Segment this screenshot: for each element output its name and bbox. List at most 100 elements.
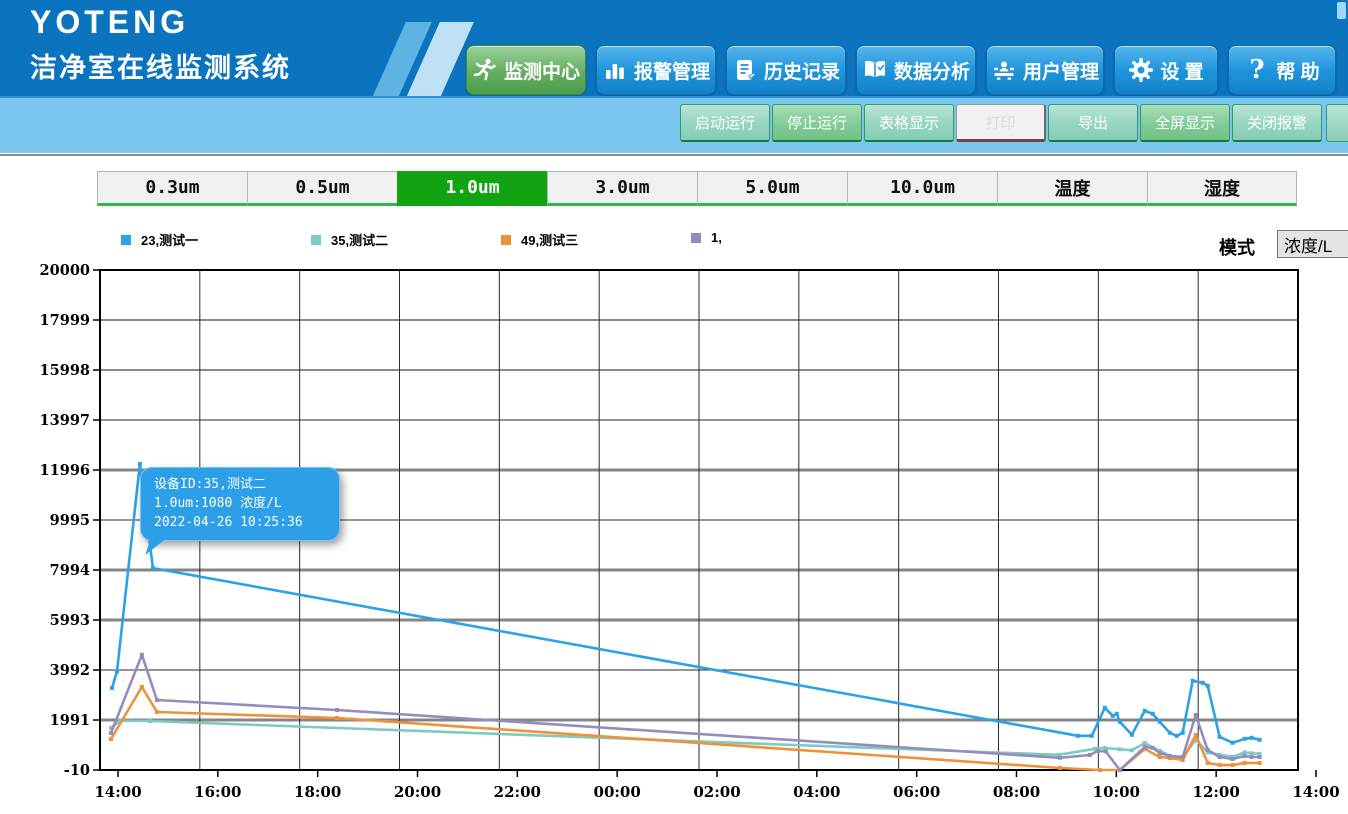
series-point[interactable] [1206, 761, 1210, 765]
window-corner-widget[interactable] [1337, 2, 1346, 19]
legend-item[interactable]: 35,测试二 [311, 230, 388, 249]
tab-1.0um[interactable]: 1.0um [397, 171, 547, 206]
series-point[interactable] [1250, 751, 1254, 755]
series-point[interactable] [1206, 748, 1210, 752]
series-point[interactable] [1231, 757, 1235, 761]
nav-button-label: 用户管理 [1023, 57, 1099, 84]
series-point[interactable] [1158, 751, 1162, 755]
series-point[interactable] [1194, 733, 1198, 737]
series-point[interactable] [1104, 750, 1108, 754]
series-point[interactable] [1250, 736, 1254, 740]
series-point[interactable] [1103, 746, 1107, 750]
series-point[interactable] [1076, 734, 1080, 738]
nav-button-runner[interactable]: 监测中心 [466, 45, 586, 95]
series-point[interactable] [1258, 738, 1262, 742]
series-point[interactable] [1218, 755, 1222, 759]
series-point[interactable] [1130, 733, 1134, 737]
series-point[interactable] [1175, 734, 1179, 738]
nav-button-gear[interactable]: 设 置 [1114, 45, 1218, 95]
series-point[interactable] [140, 685, 144, 689]
toolbar-button[interactable]: 启动运行 [680, 104, 770, 142]
series-point[interactable] [155, 698, 159, 702]
tab-5.0um[interactable]: 5.0um [697, 171, 847, 206]
series-point[interactable] [335, 708, 339, 712]
series-point[interactable] [1115, 712, 1119, 716]
series-point[interactable] [1090, 734, 1094, 738]
nav-button-bar-chart[interactable]: 报警管理 [596, 45, 716, 95]
mode-select[interactable]: 浓度/L [1277, 230, 1348, 258]
toolbar-button[interactable]: 全屏显示 [1140, 104, 1230, 142]
series-point[interactable] [1143, 745, 1147, 749]
tooltip-timestamp: 2022-04-26 10:25:36 [154, 513, 333, 532]
toolbar-button[interactable]: 打印 [956, 104, 1046, 142]
series-point[interactable] [155, 710, 159, 714]
series-point[interactable] [1096, 749, 1100, 753]
series-point[interactable] [1111, 714, 1115, 718]
series-point[interactable] [1243, 754, 1247, 758]
nav-button-users[interactable]: 用户管理 [986, 45, 1104, 95]
series-point[interactable] [1243, 761, 1247, 765]
series-point[interactable] [1231, 741, 1235, 745]
series-point[interactable] [1168, 754, 1172, 758]
toolbar-button[interactable]: 关闭报警 [1232, 104, 1322, 142]
series-point[interactable] [1143, 741, 1147, 745]
series-point[interactable] [1191, 679, 1195, 683]
series-point[interactable] [1206, 684, 1210, 688]
series-point[interactable] [1088, 753, 1092, 757]
series-point[interactable] [140, 653, 144, 657]
tab-湿度[interactable]: 湿度 [1147, 171, 1297, 206]
series-point[interactable] [1243, 737, 1247, 741]
legend-item[interactable]: 23,测试一 [121, 230, 198, 249]
series-point[interactable] [1168, 731, 1172, 735]
series-point[interactable] [1181, 731, 1185, 735]
series-point[interactable] [110, 686, 114, 690]
series-point[interactable] [109, 737, 113, 741]
series-point[interactable] [1194, 713, 1198, 717]
series-point[interactable] [1118, 747, 1122, 751]
series-point[interactable] [335, 716, 339, 720]
tab-0.5um[interactable]: 0.5um [247, 171, 397, 206]
nav-button-book[interactable]: 数据分析 [856, 45, 976, 95]
series-point[interactable] [1058, 756, 1062, 760]
series-point[interactable] [1058, 766, 1062, 770]
series-point[interactable] [1103, 706, 1107, 710]
series-point[interactable] [115, 670, 119, 674]
series-point[interactable] [1231, 763, 1235, 767]
series-point[interactable] [1218, 763, 1222, 767]
series-point[interactable] [148, 719, 152, 723]
toolbar-button-partial[interactable] [1326, 104, 1348, 142]
nav-button-document[interactable]: 历史记录 [726, 45, 846, 95]
series-point[interactable] [1201, 681, 1205, 685]
tab-温度[interactable]: 温度 [997, 171, 1147, 206]
series-point[interactable] [1151, 712, 1155, 716]
series-point[interactable] [138, 462, 142, 466]
tab-3.0um[interactable]: 3.0um [547, 171, 697, 206]
svg-text:?: ? [1250, 57, 1265, 83]
series-point[interactable] [1118, 768, 1122, 772]
legend-item[interactable]: 1, [691, 230, 722, 245]
series-point[interactable] [109, 731, 113, 735]
tab-0.3um[interactable]: 0.3um [97, 171, 247, 206]
legend-item[interactable]: 49,测试三 [501, 230, 578, 249]
tab-10.0um[interactable]: 10.0um [847, 171, 997, 206]
legend-label: 1, [711, 230, 722, 245]
series-point[interactable] [1243, 750, 1247, 754]
series-point[interactable] [1181, 755, 1185, 759]
series-point[interactable] [1250, 755, 1254, 759]
series-point[interactable] [1118, 720, 1122, 724]
series-point[interactable] [1130, 748, 1134, 752]
series-point[interactable] [1258, 761, 1262, 765]
series-point[interactable] [1143, 709, 1147, 713]
toolbar-button[interactable]: 导出 [1048, 104, 1138, 142]
series-point[interactable] [1151, 746, 1155, 750]
series-point[interactable] [1098, 768, 1102, 772]
nav-button-question[interactable]: ?帮 助 [1228, 45, 1336, 95]
series-point[interactable] [1158, 755, 1162, 759]
series-point[interactable] [1258, 755, 1262, 759]
series-point[interactable] [151, 566, 155, 570]
y-tick-label: 15998 [40, 362, 90, 379]
toolbar-button[interactable]: 表格显示 [864, 104, 954, 142]
toolbar-button[interactable]: 停止运行 [772, 104, 862, 142]
series-point[interactable] [1158, 720, 1162, 724]
series-point[interactable] [1218, 735, 1222, 739]
